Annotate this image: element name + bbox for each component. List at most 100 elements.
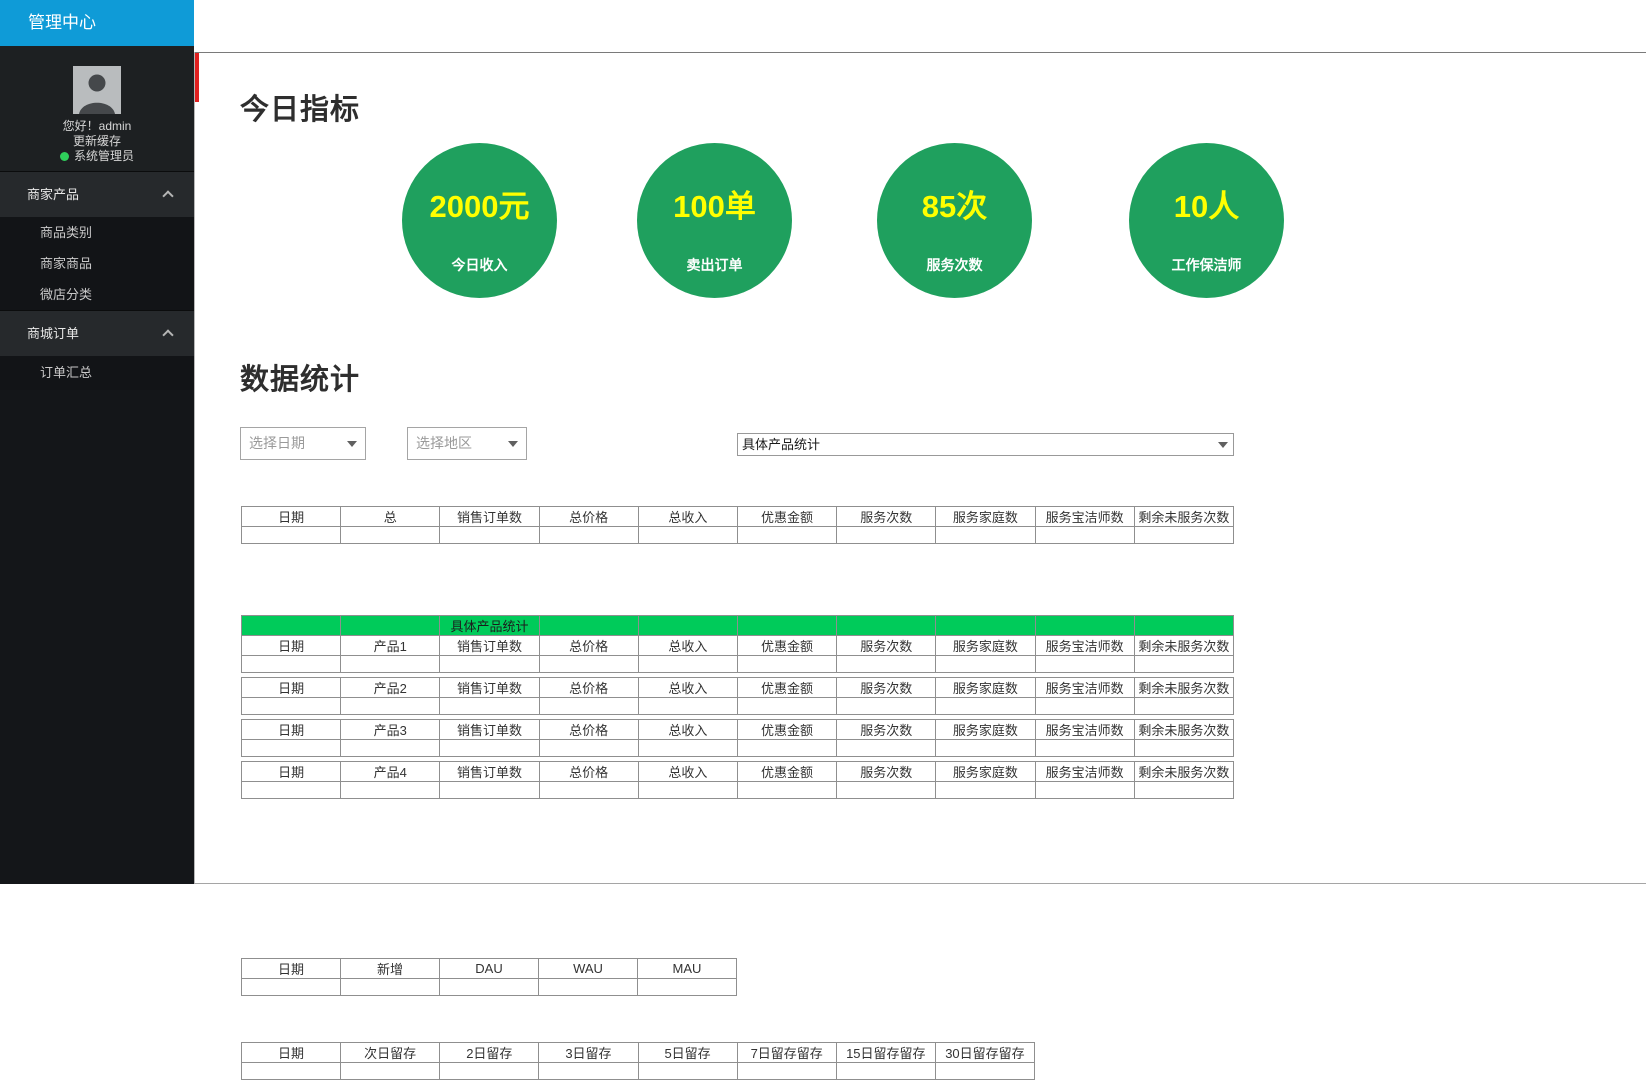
retention-table: 日期 次日留存 2日留存 3日留存 5日留存 7日留存留存 15日留存留存 30日留存留存	[240, 1042, 1036, 1080]
table-cell: 剩余未服务次数	[1133, 761, 1235, 782]
table-cell-empty	[240, 526, 342, 544]
table-cell-empty	[935, 526, 1036, 544]
table-cell	[1133, 615, 1235, 636]
table-cell-empty	[340, 655, 441, 673]
table-cell	[1034, 615, 1135, 636]
table-cell-empty	[241, 978, 341, 996]
table-cell: 剩余未服务次数	[1133, 677, 1235, 698]
product-stat-select[interactable]: 具体产品统计	[737, 433, 1234, 456]
admin-dashboard: 管理中心 您好！admin 更新缓存 系统管理员 商家产品 商品类别 商家商品 …	[0, 0, 1646, 1083]
section-title-today: 今日指标	[240, 94, 361, 126]
table-cell: 日期	[240, 719, 342, 740]
menu-label: 商家产品	[27, 187, 80, 202]
table-cell	[637, 615, 738, 636]
table-header-row: 日期 产品4 销售订单数 总价格 总收入 优惠金额 服务次数 服务家庭数 服务宝洁师数 剩余未服务…	[240, 761, 1235, 782]
table-cell: 新增	[340, 958, 440, 979]
table-cell-empty	[1034, 739, 1135, 757]
table-cell-empty	[439, 526, 540, 544]
table-cell: 总价格	[538, 635, 639, 656]
table-cell	[836, 615, 937, 636]
sidebar-item-order-summary[interactable]: 订单汇总	[0, 356, 194, 390]
table-cell: 日期	[240, 761, 342, 782]
table-cell-empty	[538, 781, 639, 799]
region-select-placeholder: 选择地区	[416, 435, 472, 451]
section-title-stats: 数据统计	[240, 364, 361, 396]
table-cell-empty	[340, 697, 441, 715]
table-cell: 具体产品统计	[439, 615, 540, 636]
chevron-down-icon	[347, 441, 357, 447]
user-activity-table: 日期 新增 DAU WAU MAU	[241, 958, 737, 996]
sidebar-item-merchant-goods[interactable]: 商家商品	[0, 248, 194, 279]
table-cell-empty	[240, 655, 342, 673]
avatar	[73, 66, 121, 114]
table-cell-empty	[836, 739, 937, 757]
table-cell-empty	[836, 655, 937, 673]
table-cell: 日期	[241, 958, 341, 979]
sidebar-menu-mall-orders[interactable]: 商城订单	[0, 310, 194, 356]
table-cell-empty	[538, 978, 638, 996]
table-cell-empty	[538, 739, 639, 757]
table-cell-empty	[1133, 781, 1235, 799]
table-cell: 总价格	[538, 719, 639, 740]
metric-label: 今日收入	[451, 257, 508, 273]
table-cell-empty	[836, 526, 937, 544]
table-cell-empty	[1133, 526, 1235, 544]
table-cell-empty	[240, 1062, 342, 1080]
table-cell-empty	[439, 697, 540, 715]
table-cell: 服务家庭数	[935, 635, 1036, 656]
table-cell: 服务家庭数	[935, 506, 1036, 527]
table-cell: 日期	[240, 1042, 342, 1063]
scrollbar-thumb[interactable]	[195, 53, 199, 102]
table-cell	[935, 615, 1036, 636]
chevron-up-icon	[162, 329, 174, 341]
table-cell-empty	[340, 526, 441, 544]
sidebar-menu-merchant-products[interactable]: 商家产品	[0, 171, 194, 217]
submenu-mall-orders: 订单汇总	[0, 356, 194, 390]
content-top-border	[194, 52, 1646, 53]
sidebar-item-product-category[interactable]: 商品类别	[0, 217, 194, 248]
metric-value: 10人	[1173, 189, 1240, 224]
table-cell-empty	[240, 739, 342, 757]
table-cell: 总收入	[637, 506, 738, 527]
table-cell: 日期	[240, 677, 342, 698]
sidebar-item-microshop-category[interactable]: 微店分类	[0, 279, 194, 310]
table-cell: 5日留存	[637, 1042, 738, 1063]
table-cell: 销售订单数	[439, 506, 540, 527]
region-select[interactable]: 选择地区	[407, 427, 527, 460]
table-cell-empty	[439, 655, 540, 673]
table-cell-empty	[439, 978, 539, 996]
update-cache-link[interactable]: 更新缓存	[0, 134, 194, 149]
table-cell-empty	[637, 978, 737, 996]
table-cell-empty	[340, 1062, 441, 1080]
table-empty-row	[240, 739, 1235, 757]
table-cell-empty	[836, 781, 937, 799]
table-cell: 产品1	[340, 635, 441, 656]
table-cell: 15日留存留存	[835, 1042, 936, 1063]
table-cell-empty	[1133, 739, 1235, 757]
table-cell: 服务次数	[836, 506, 937, 527]
metric-today-income: 2000元 今日收入	[402, 143, 557, 298]
online-status-dot	[59, 152, 69, 161]
table-cell: 日期	[240, 506, 342, 527]
product-stats-table-3: 日期 产品3 销售订单数 总价格 总收入 优惠金额 服务次数 服务家庭数 服务宝洁师数 剩余未服务…	[240, 719, 1235, 757]
table-cell-empty	[538, 526, 639, 544]
table-cell: 服务次数	[836, 719, 937, 740]
table-cell-empty	[637, 526, 738, 544]
sidebar: 管理中心 您好！admin 更新缓存 系统管理员 商家产品 商品类别 商家商品 …	[0, 0, 194, 884]
table-empty-row	[240, 526, 1235, 544]
table-cell: 总收入	[637, 677, 738, 698]
table-cell: 总收入	[637, 719, 738, 740]
table-cell-empty	[836, 697, 937, 715]
table-cell-empty	[935, 781, 1036, 799]
table-cell-empty	[240, 781, 342, 799]
table-header-row: 日期 产品1 销售订单数 总价格 总收入 优惠金额 服务次数 服务家庭数 服务宝洁师数 剩余未服务…	[240, 635, 1235, 656]
table-cell-empty	[935, 697, 1036, 715]
product-stat-select-value: 具体产品统计	[742, 437, 821, 452]
profile-panel: 您好！admin 更新缓存 系统管理员	[0, 46, 194, 171]
table-cell: 销售订单数	[439, 635, 540, 656]
table-cell: 优惠金额	[736, 677, 838, 698]
table-cell-empty	[637, 739, 738, 757]
date-select[interactable]: 选择日期	[240, 427, 366, 460]
table-cell: 销售订单数	[439, 677, 540, 698]
product-stats-table-4: 日期 产品4 销售订单数 总价格 总收入 优惠金额 服务次数 服务家庭数 服务宝洁师数 剩余未服务…	[240, 761, 1235, 799]
